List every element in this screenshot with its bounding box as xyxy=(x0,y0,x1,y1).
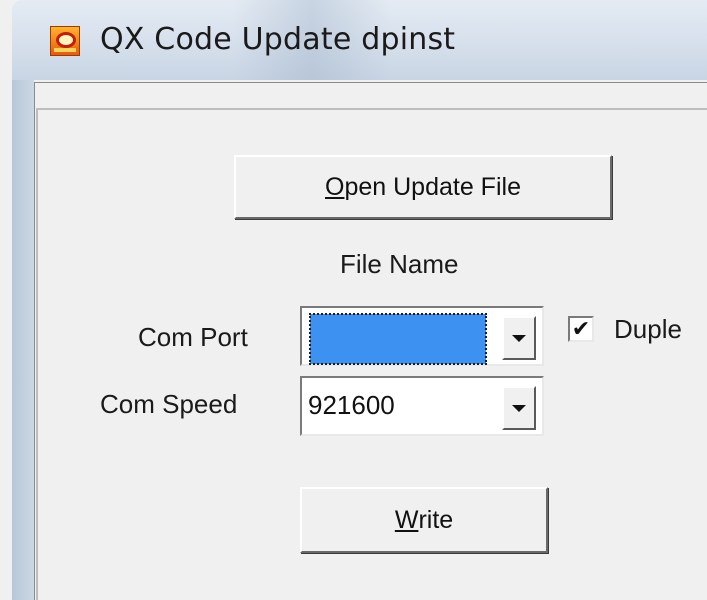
com-speed-value: 921600 xyxy=(308,390,395,420)
open-button-mnemonic: O xyxy=(325,172,345,201)
app-icon xyxy=(50,26,80,56)
write-button-label: rite xyxy=(418,505,454,534)
window-title: QX Code Update dpinst xyxy=(100,22,456,57)
duplex-checkbox[interactable]: ✔ xyxy=(568,316,594,342)
open-update-file-button[interactable]: Open Update File xyxy=(234,155,612,219)
com-speed-label: Com Speed xyxy=(100,389,238,419)
com-speed-select[interactable]: 921600 xyxy=(300,376,544,436)
chevron-down-icon xyxy=(512,404,526,412)
chevron-down-icon xyxy=(512,334,526,342)
write-button[interactable]: Write xyxy=(300,487,548,553)
com-port-label: Com Port xyxy=(138,322,248,352)
open-button-label: pen Update File xyxy=(344,172,521,201)
app-window: QX Code Update dpinst Open Update File F… xyxy=(0,0,707,600)
com-speed-dropdown-button[interactable] xyxy=(502,386,536,430)
file-name-label: File Name xyxy=(340,249,459,279)
title-bar[interactable]: QX Code Update dpinst xyxy=(12,0,707,80)
com-port-select[interactable] xyxy=(300,306,544,366)
com-port-dropdown-button[interactable] xyxy=(502,316,536,360)
com-port-selected-value xyxy=(309,313,487,365)
write-button-mnemonic: W xyxy=(394,505,419,534)
duplex-label: Duple xyxy=(614,314,682,344)
window-frame-left xyxy=(12,80,34,600)
